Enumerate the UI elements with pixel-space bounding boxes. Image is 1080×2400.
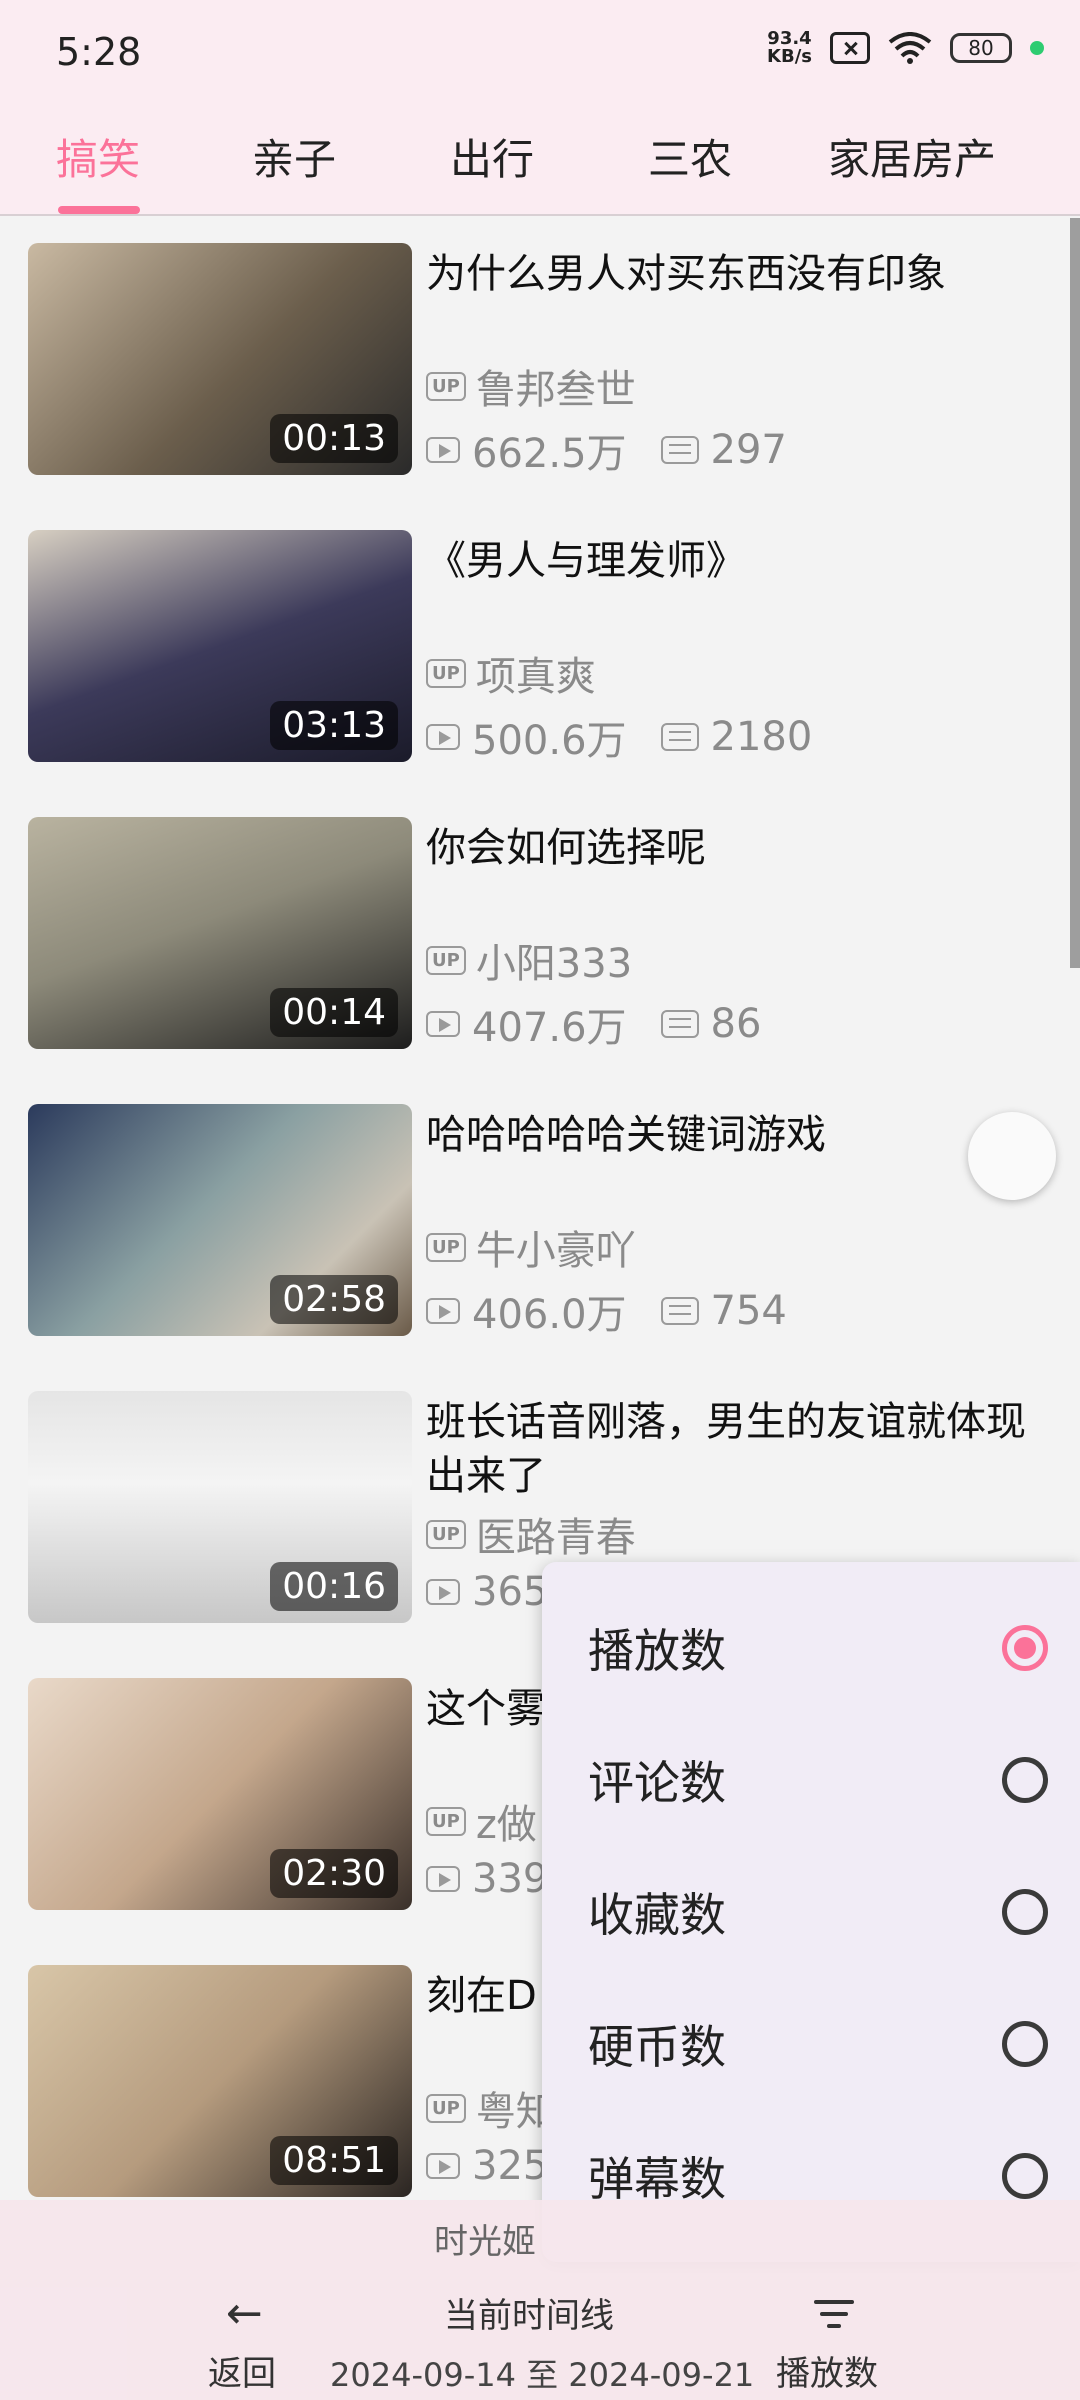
video-thumbnail[interactable]: 00:14: [28, 817, 412, 1049]
radio-selected[interactable]: [1002, 1625, 1048, 1671]
duration-badge: 00:14: [270, 988, 398, 1037]
comment-count-icon: [660, 436, 699, 464]
video-thumbnail[interactable]: 08:51: [28, 1965, 412, 2197]
tab-sannong[interactable]: 三农: [648, 126, 732, 187]
video-stats: 339: [426, 1856, 548, 1902]
video-thumbnail[interactable]: 00:13: [28, 243, 412, 475]
video-stats: 500.6万 2180: [426, 708, 812, 766]
up-icon: UP: [426, 1519, 466, 1549]
comment-count-icon: [660, 1297, 699, 1325]
sort-button[interactable]: 播放数: [776, 2346, 878, 2395]
radio-unselected[interactable]: [1002, 1889, 1048, 1935]
video-item[interactable]: 00:13 为什么男人对买东西没有印象 UP 鲁邦叁世 662.5万 297: [0, 243, 1080, 483]
up-icon: UP: [426, 658, 466, 688]
up-icon: UP: [426, 371, 466, 401]
radio-unselected[interactable]: [1002, 2021, 1048, 2067]
tab-gaoxiao[interactable]: 搞笑: [56, 126, 140, 187]
duration-badge: 08:51: [270, 2136, 398, 2185]
sort-menu: 播放数 评论数 收藏数 硬币数 弹幕数: [542, 1562, 1080, 2262]
tab-chuxing[interactable]: 出行: [450, 126, 534, 187]
video-item[interactable]: 00:14 你会如何选择呢 UP 小阳333 407.6万 86: [0, 817, 1080, 1057]
date-range[interactable]: 2024-09-14 至 2024-09-21: [330, 2350, 754, 2396]
play-count-icon: [426, 1579, 460, 1605]
uploader[interactable]: UP 牛小豪吖: [426, 1218, 636, 1276]
up-icon: UP: [426, 2093, 466, 2123]
video-stats: 406.0万 754: [426, 1282, 787, 1340]
video-stats: 325: [426, 2143, 548, 2189]
duration-badge: 02:30: [270, 1849, 398, 1898]
floating-action-button[interactable]: [968, 1112, 1056, 1200]
uploader[interactable]: UP 粤知: [426, 2079, 556, 2137]
video-title[interactable]: 班长话音刚落，男生的友谊就体现出来了: [426, 1395, 1056, 1503]
comment-count-icon: [660, 723, 699, 751]
up-icon: UP: [426, 1232, 466, 1262]
up-icon: UP: [426, 1806, 466, 1836]
duration-badge: 02:58: [270, 1275, 398, 1324]
filter-icon[interactable]: [812, 2300, 856, 2336]
video-item[interactable]: 02:58 哈哈哈哈哈关键词游戏 UP 牛小豪吖 406.0万 754: [0, 1104, 1080, 1344]
uploader[interactable]: UP z做: [426, 1792, 537, 1850]
sort-option-favorites[interactable]: 收藏数: [588, 1846, 1048, 1978]
active-tab-indicator: [58, 206, 140, 214]
play-count-icon: [426, 1298, 460, 1324]
up-icon: UP: [426, 945, 466, 975]
video-title[interactable]: 为什么男人对买东西没有印象: [426, 247, 1056, 355]
play-count-icon: [426, 1011, 460, 1037]
video-title[interactable]: 哈哈哈哈哈关键词游戏: [426, 1108, 1056, 1216]
uploader[interactable]: UP 项真爽: [426, 644, 596, 702]
comment-count-icon: [660, 1010, 699, 1038]
uploader[interactable]: UP 鲁邦叁世: [426, 357, 636, 415]
video-title[interactable]: 你会如何选择呢: [426, 821, 1056, 929]
tab-jiaju[interactable]: 家居房产: [828, 126, 996, 187]
status-bar: 5:28 93.4 KB/s 80: [0, 0, 1080, 110]
video-thumbnail[interactable]: 00:16: [28, 1391, 412, 1623]
back-arrow-icon[interactable]: ←: [226, 2288, 263, 2339]
radio-unselected[interactable]: [1002, 2153, 1048, 2199]
video-title[interactable]: 《男人与理发师》: [426, 534, 1056, 642]
video-stats: 662.5万 297: [426, 421, 787, 479]
uploader[interactable]: UP 医路青春: [426, 1505, 636, 1563]
play-count-icon: [426, 724, 460, 750]
sort-option-comments[interactable]: 评论数: [588, 1714, 1048, 1846]
clock: 5:28: [56, 30, 142, 74]
play-count-icon: [426, 437, 460, 463]
sort-option-views[interactable]: 播放数: [588, 1582, 1048, 1714]
duration-badge: 00:13: [270, 414, 398, 463]
video-stats: 407.6万 86: [426, 995, 761, 1053]
play-count-icon: [426, 1866, 460, 1892]
network-speed: 93.4 KB/s: [767, 28, 812, 67]
video-stats: 365: [426, 1569, 548, 1615]
play-count-icon: [426, 2153, 460, 2179]
timeline-label[interactable]: 当前时间线: [444, 2288, 614, 2337]
tab-qinzi[interactable]: 亲子: [252, 126, 336, 187]
video-item[interactable]: 03:13 《男人与理发师》 UP 项真爽 500.6万 2180: [0, 530, 1080, 770]
duration-badge: 03:13: [270, 701, 398, 750]
category-tabs: 搞笑 亲子 出行 三农 家居房产: [0, 110, 1080, 216]
partial-text: 时光姬: [434, 2222, 536, 2262]
battery-icon: 80: [950, 33, 1012, 63]
sim-off-icon: [830, 32, 870, 64]
video-thumbnail[interactable]: 02:30: [28, 1678, 412, 1910]
uploader[interactable]: UP 小阳333: [426, 931, 632, 989]
video-thumbnail[interactable]: 02:58: [28, 1104, 412, 1336]
duration-badge: 00:16: [270, 1562, 398, 1611]
bottom-bar: 时光姬 ← 返回 当前时间线 2024-09-14 至 2024-09-21 播…: [0, 2200, 1080, 2400]
video-thumbnail[interactable]: 03:13: [28, 530, 412, 762]
status-dot: [1030, 41, 1044, 55]
back-button[interactable]: 返回: [208, 2346, 276, 2395]
status-icons: 93.4 KB/s 80: [767, 30, 1044, 66]
sort-option-coins[interactable]: 硬币数: [588, 1978, 1048, 2110]
wifi-icon: [888, 32, 932, 64]
radio-unselected[interactable]: [1002, 1757, 1048, 1803]
